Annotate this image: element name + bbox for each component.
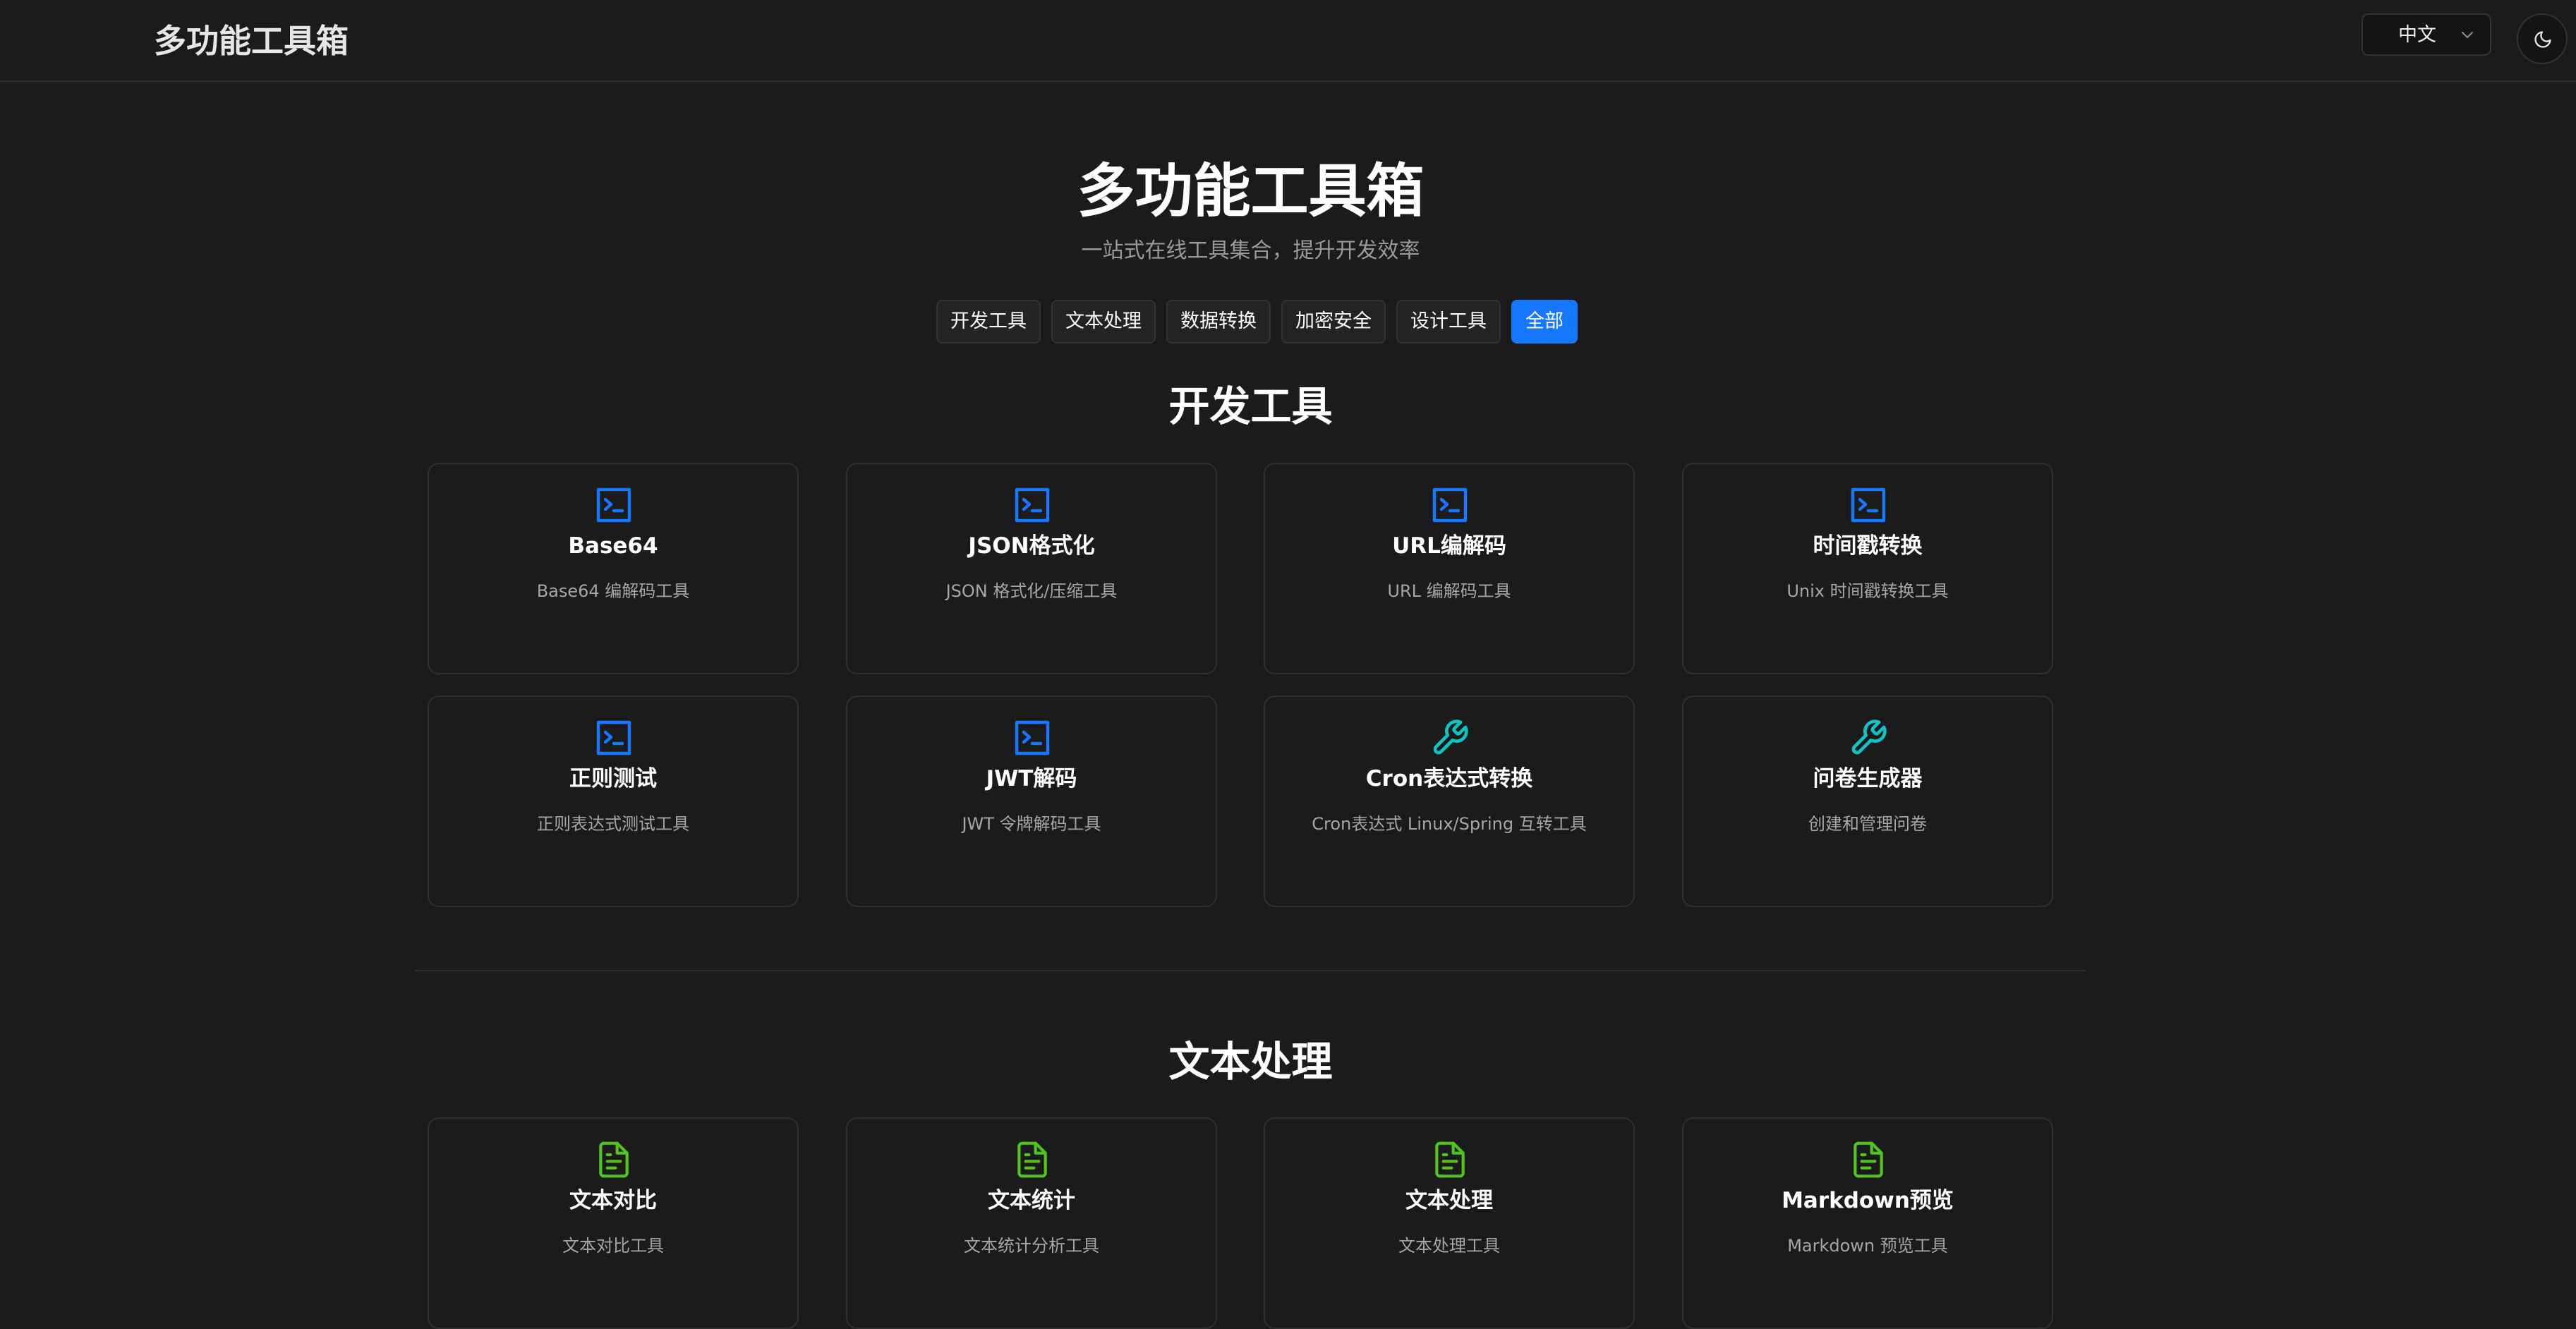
terminal-icon: [1849, 485, 1888, 525]
wrench-icon: [1430, 718, 1470, 758]
page-subtitle: 一站式在线工具集合，提升开发效率: [1081, 238, 1420, 263]
tool-card-description: 创建和管理问卷: [1808, 814, 1927, 834]
filter-all[interactable]: 全部: [1511, 300, 1578, 344]
top-navbar: 多功能工具箱 中文: [0, 0, 2576, 82]
tool-card-text-stats[interactable]: 文本统计 文本统计分析工具: [846, 1117, 1217, 1329]
tool-card-base64[interactable]: Base64 Base64 编解码工具: [428, 463, 799, 674]
tool-card-title: 文本统计: [988, 1188, 1075, 1213]
tool-card-title: 时间戳转换: [1813, 533, 1923, 559]
tool-card-description: 文本统计分析工具: [964, 1236, 1099, 1256]
document-icon: [1849, 1140, 1888, 1179]
filter-dev-tools[interactable]: 开发工具: [936, 300, 1041, 344]
tool-card-title: JSON格式化: [968, 533, 1095, 559]
filter-design-tools[interactable]: 设计工具: [1396, 300, 1501, 344]
tool-card-description: URL 编解码工具: [1387, 581, 1511, 601]
terminal-icon: [1012, 485, 1052, 525]
tool-card-description: 文本处理工具: [1398, 1236, 1500, 1256]
tool-card-jwt-decoder[interactable]: JWT解码 JWT 令牌解码工具: [846, 696, 1217, 907]
brand-logo-text[interactable]: 多功能工具箱: [154, 21, 349, 61]
section-title-dev-tools: 开发工具: [1168, 382, 1333, 430]
tool-card-title: URL编解码: [1392, 533, 1506, 559]
tool-card-description: Base64 编解码工具: [536, 581, 690, 601]
tool-card-survey-generator[interactable]: 问卷生成器 创建和管理问卷: [1682, 696, 2053, 907]
document-icon: [594, 1140, 634, 1179]
tool-card-description: 文本对比工具: [562, 1236, 664, 1256]
filter-text-processing[interactable]: 文本处理: [1051, 300, 1156, 344]
tool-card-description: JWT 令牌解码工具: [962, 814, 1101, 834]
tool-card-description: 正则表达式测试工具: [537, 814, 689, 834]
chevron-down-icon: [2462, 32, 2473, 38]
tool-card-title: 文本处理: [1405, 1188, 1493, 1213]
moon-icon: [2534, 31, 2551, 48]
language-select[interactable]: 中文: [2362, 13, 2491, 56]
terminal-icon: [594, 485, 634, 525]
tool-card-regex-tester[interactable]: 正则测试 正则表达式测试工具: [428, 696, 799, 907]
tool-card-text-diff[interactable]: 文本对比 文本对比工具: [428, 1117, 799, 1329]
language-select-value: 中文: [2398, 24, 2436, 46]
terminal-icon: [1430, 485, 1470, 525]
tool-card-json-formatter[interactable]: JSON格式化 JSON 格式化/压缩工具: [846, 463, 1217, 674]
tool-card-title: JWT解码: [986, 766, 1077, 791]
tool-card-markdown-preview[interactable]: Markdown预览 Markdown 预览工具: [1682, 1117, 2053, 1329]
tool-card-title: Cron表达式转换: [1365, 766, 1533, 791]
category-filter-bar: 开发工具 文本处理 数据转换 加密安全 设计工具 全部: [936, 300, 1578, 344]
tool-card-timestamp[interactable]: 时间戳转换 Unix 时间戳转换工具: [1682, 463, 2053, 674]
terminal-icon: [594, 718, 634, 758]
terminal-icon: [1012, 718, 1052, 758]
theme-toggle-button[interactable]: [2517, 13, 2568, 64]
tool-card-text-processing[interactable]: 文本处理 文本处理工具: [1264, 1117, 1635, 1329]
tool-card-description: JSON 格式化/压缩工具: [945, 581, 1118, 601]
section-title-text-processing: 文本处理: [1168, 1038, 1333, 1086]
document-icon: [1012, 1140, 1052, 1179]
tool-card-cron-converter[interactable]: Cron表达式转换 Cron表达式 Linux/Spring 互转工具: [1264, 696, 1635, 907]
page-title: 多功能工具箱: [1077, 158, 1425, 225]
tool-card-title: Markdown预览: [1782, 1188, 1954, 1213]
filter-crypto-security[interactable]: 加密安全: [1281, 300, 1386, 344]
document-icon: [1430, 1140, 1470, 1179]
tool-card-url-codec[interactable]: URL编解码 URL 编解码工具: [1264, 463, 1635, 674]
tool-card-description: Cron表达式 Linux/Spring 互转工具: [1312, 814, 1587, 834]
tool-card-title: 正则测试: [569, 766, 657, 791]
section-divider: [415, 970, 2086, 971]
wrench-icon: [1849, 718, 1888, 758]
tool-card-title: 文本对比: [569, 1188, 657, 1213]
filter-data-conversion[interactable]: 数据转换: [1166, 300, 1271, 344]
tool-card-description: Markdown 预览工具: [1787, 1236, 1948, 1256]
tool-card-description: Unix 时间戳转换工具: [1786, 581, 1949, 601]
tool-card-title: Base64: [568, 533, 658, 559]
tool-card-title: 问卷生成器: [1813, 766, 1923, 791]
